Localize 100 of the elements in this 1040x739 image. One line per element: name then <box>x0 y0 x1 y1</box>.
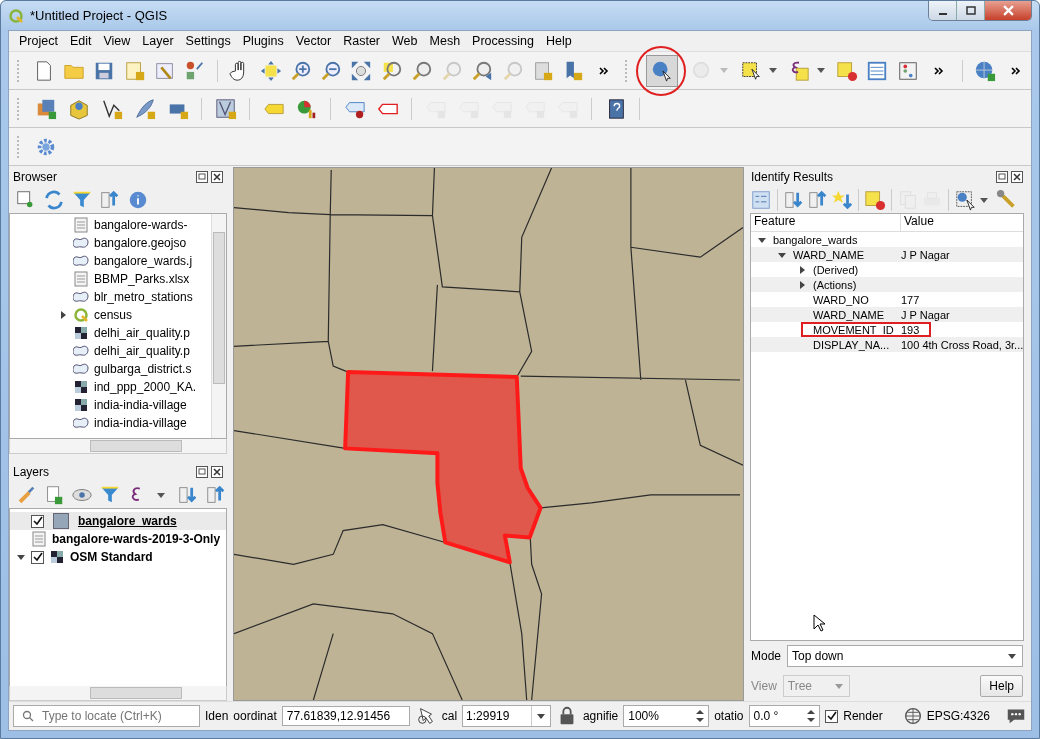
info-icon[interactable] <box>127 189 149 211</box>
menu-item[interactable]: Edit <box>63 34 98 48</box>
crs-button[interactable]: EPSG:4326 <box>901 705 990 727</box>
menu-item[interactable]: Processing <box>466 34 540 48</box>
float-icon[interactable] <box>196 171 208 183</box>
table-icon <box>31 531 47 547</box>
collapse-all-icon[interactable] <box>205 484 227 506</box>
collapsed-arrow-icon[interactable] <box>798 280 806 289</box>
globe-add-icon[interactable] <box>973 59 996 82</box>
identify-button[interactable] <box>646 54 679 87</box>
browser-item[interactable]: gulbarga_district.s <box>10 360 211 378</box>
browser-item[interactable]: delhi_air_quality.p <box>10 342 211 360</box>
value-cell-text: 193 <box>900 323 920 336</box>
layer-checkbox[interactable] <box>31 550 44 564</box>
locator-search-field[interactable]: Type to locate (Ctrl+K) <box>13 705 200 727</box>
layer-row[interactable]: OSM Standard <box>10 548 226 566</box>
browser-item[interactable]: blr_metro_stations <box>10 288 211 306</box>
help-button[interactable]: Help <box>980 675 1023 697</box>
browser-item[interactable]: bangalore-wards- <box>10 216 211 234</box>
scrollbar[interactable] <box>9 686 227 701</box>
database-box-icon[interactable] <box>67 97 90 120</box>
attribute-table-icon[interactable] <box>866 59 889 82</box>
collapse-all-icon[interactable] <box>99 189 121 211</box>
menu-item[interactable]: Project <box>13 34 64 48</box>
zoom-selection-icon[interactable] <box>380 59 403 82</box>
expanded-arrow-icon[interactable] <box>17 553 25 561</box>
expand-new-icon[interactable] <box>831 189 853 211</box>
menu-item[interactable]: Vector <box>289 34 338 48</box>
full-extent-icon[interactable] <box>350 59 373 82</box>
layer-checkbox[interactable] <box>31 514 44 528</box>
browser-item[interactable]: bangalore_wards.j <box>10 252 211 270</box>
more-chevron-icon[interactable] <box>933 65 944 76</box>
expand-all-icon[interactable] <box>783 189 805 211</box>
browser-item[interactable]: census <box>10 306 211 324</box>
collapsed-arrow-icon[interactable] <box>59 311 67 319</box>
menu-item[interactable]: Layer <box>136 34 180 48</box>
select-rectangle-icon[interactable] <box>739 59 762 82</box>
feather-icon[interactable] <box>133 97 156 120</box>
zoom-out-icon[interactable] <box>320 59 343 82</box>
polygon-icon <box>73 343 89 359</box>
scale-dropdown[interactable]: 1:29919 <box>462 705 551 727</box>
browser-item[interactable]: india-india-village <box>10 396 211 414</box>
close-icon[interactable] <box>1011 171 1023 183</box>
browser-item[interactable]: BBMP_Parks.xlsx <box>10 270 211 288</box>
expanded-arrow-icon[interactable] <box>778 250 786 259</box>
close-icon[interactable] <box>211 466 223 478</box>
mesh-icon[interactable] <box>214 97 237 120</box>
column-header[interactable]: Feature <box>751 214 901 231</box>
refresh-icon[interactable] <box>43 189 65 211</box>
maximize-button[interactable] <box>957 1 985 20</box>
zoom-in-icon[interactable] <box>289 59 312 82</box>
scrollbar[interactable] <box>9 439 227 454</box>
tree-view-icon[interactable] <box>750 189 772 211</box>
feature-cell: (Derived) <box>813 263 859 276</box>
browser-item[interactable]: india-india-village <box>10 414 211 432</box>
layer-row[interactable]: bangalore_wards <box>10 512 226 530</box>
menu-item[interactable]: Web <box>386 34 424 48</box>
dropdown-caret-icon[interactable] <box>157 492 165 498</box>
coordinate-field[interactable]: 77.61839,12.91456 <box>281 706 410 726</box>
identify-select-icon[interactable] <box>954 189 976 211</box>
clear-highlight-icon[interactable] <box>864 189 886 211</box>
expanded-arrow-icon[interactable] <box>758 235 766 244</box>
value-cell-text: 177 <box>900 293 920 306</box>
dropdown-caret-icon[interactable] <box>816 68 825 73</box>
rotation-spinbox[interactable]: 0.0 ° <box>748 705 821 727</box>
menu-item[interactable]: Plugins <box>236 34 290 48</box>
deselect-icon[interactable] <box>836 59 859 82</box>
render-checkbox[interactable] <box>825 709 839 723</box>
search-icon <box>22 710 34 722</box>
browser-item[interactable]: delhi_air_quality.p <box>10 324 211 342</box>
menu-item[interactable]: Help <box>539 34 578 48</box>
menu-item[interactable]: Mesh <box>423 34 467 48</box>
pan-arrows-icon[interactable] <box>259 59 282 82</box>
column-header[interactable]: Value <box>901 214 934 231</box>
dropdown-caret-icon[interactable] <box>768 68 777 73</box>
menu-item[interactable]: Settings <box>179 34 237 48</box>
float-icon[interactable] <box>196 466 208 478</box>
fill-symbol <box>53 513 69 529</box>
layer-row[interactable]: bangalore-wards-2019-3-Only <box>10 530 226 548</box>
more-chevron-icon[interactable] <box>599 65 610 76</box>
raster-grid-icon <box>49 549 65 565</box>
browser-item[interactable]: bangalore.geojso <box>10 234 211 252</box>
magnifier-icon[interactable] <box>410 59 433 82</box>
minimize-button[interactable] <box>929 1 957 20</box>
zoom-back-icon[interactable] <box>471 59 494 82</box>
menu-item[interactable]: View <box>97 34 137 48</box>
collapse-all-icon[interactable] <box>807 189 829 211</box>
collapsed-arrow-icon[interactable] <box>798 265 806 274</box>
float-icon[interactable] <box>996 171 1008 183</box>
dropdown-caret-icon[interactable] <box>980 197 988 203</box>
menu-item[interactable]: Raster <box>337 34 387 48</box>
close-button[interactable] <box>985 1 1031 20</box>
more-chevron-icon[interactable] <box>1010 65 1021 76</box>
expand-all-icon[interactable] <box>177 484 199 506</box>
close-icon[interactable] <box>211 171 223 183</box>
mode-dropdown[interactable]: Top down <box>787 645 1023 667</box>
browser-item[interactable]: ind_ppp_2000_KA. <box>10 378 211 396</box>
abacus-icon[interactable] <box>896 59 919 82</box>
magnifier-spinbox[interactable]: 100% <box>623 705 710 727</box>
scrollbar[interactable] <box>211 214 226 438</box>
